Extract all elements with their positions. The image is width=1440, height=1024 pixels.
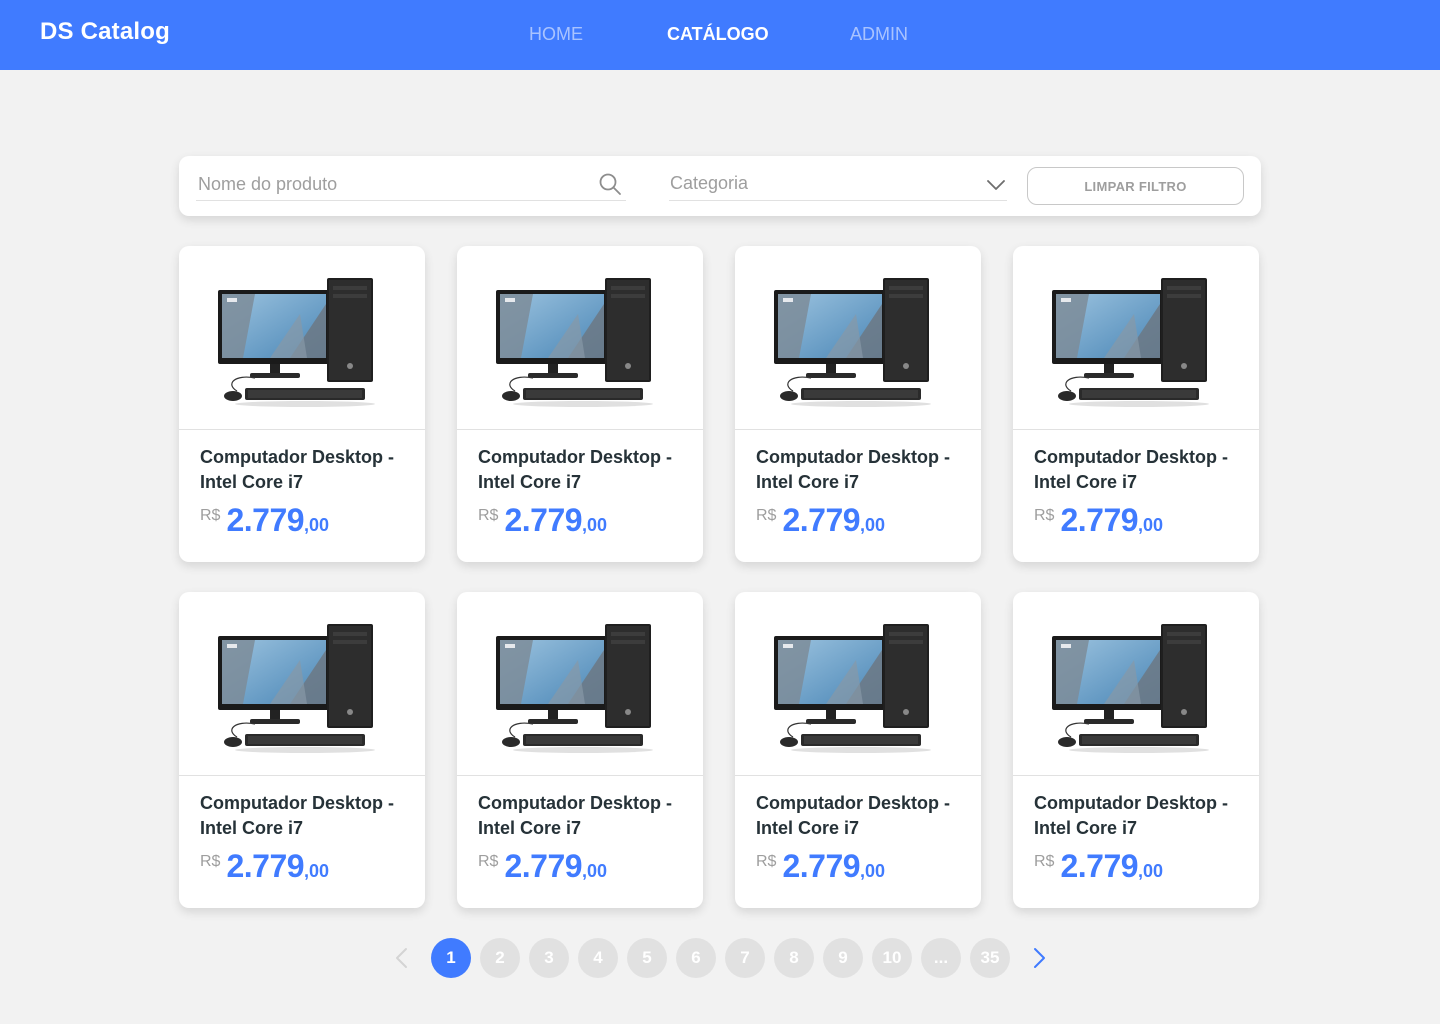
search-field	[196, 170, 626, 201]
product-image	[179, 246, 425, 430]
product-price: R$ 2.779 ,00	[200, 503, 405, 537]
product-card[interactable]: Computador Desktop - Intel Core i7 R$ 2.…	[457, 592, 703, 908]
price-decimals: ,00	[304, 515, 330, 535]
price-decimals: ,00	[860, 515, 886, 535]
filter-bar: Categoria LIMPAR FILTRO	[179, 156, 1261, 216]
product-price: R$ 2.779 ,00	[200, 849, 405, 883]
search-icon[interactable]	[598, 172, 622, 196]
price-integer: 2.779	[1060, 848, 1139, 884]
page-button[interactable]: 10	[872, 938, 912, 978]
product-name: Computador Desktop - Intel Core i7	[756, 447, 951, 492]
page-button[interactable]: 8	[774, 938, 814, 978]
price-integer: 2.779	[504, 502, 583, 538]
price-integer: 2.779	[226, 848, 305, 884]
product-name: Computador Desktop - Intel Core i7	[478, 447, 673, 492]
product-name: Computador Desktop - Intel Core i7	[1034, 793, 1229, 838]
product-price: R$ 2.779 ,00	[756, 503, 961, 537]
price-integer: 2.779	[226, 502, 305, 538]
product-name: Computador Desktop - Intel Core i7	[478, 793, 673, 838]
price-currency: R$	[756, 507, 777, 524]
product-name: Computador Desktop - Intel Core i7	[200, 447, 395, 492]
page-button[interactable]: 6	[676, 938, 716, 978]
product-image	[1013, 592, 1259, 776]
product-image	[735, 592, 981, 776]
page-button[interactable]: 4	[578, 938, 618, 978]
price-currency: R$	[478, 853, 499, 870]
chevron-down-icon	[987, 180, 1005, 190]
price-currency: R$	[200, 853, 221, 870]
price-currency: R$	[478, 507, 499, 524]
price-decimals: ,00	[1138, 861, 1164, 881]
product-price: R$ 2.779 ,00	[478, 849, 683, 883]
price-decimals: ,00	[1138, 515, 1164, 535]
page-button[interactable]: 3	[529, 938, 569, 978]
price-currency: R$	[756, 853, 777, 870]
price-currency: R$	[200, 507, 221, 524]
product-price: R$ 2.779 ,00	[756, 849, 961, 883]
product-price: R$ 2.779 ,00	[478, 503, 683, 537]
product-grid: Computador Desktop - Intel Core i7 R$ 2.…	[179, 246, 1261, 908]
price-decimals: ,00	[304, 861, 330, 881]
category-select[interactable]: Categoria	[669, 170, 1007, 201]
price-integer: 2.779	[504, 848, 583, 884]
chevron-left-icon[interactable]	[391, 947, 413, 969]
product-name: Computador Desktop - Intel Core i7	[1034, 447, 1229, 492]
navbar: DS Catalog HOME CATÁLOGO ADMIN	[0, 0, 1440, 70]
nav-link-catalog[interactable]: CATÁLOGO	[667, 24, 769, 45]
product-card[interactable]: Computador Desktop - Intel Core i7 R$ 2.…	[179, 246, 425, 562]
product-image	[735, 246, 981, 430]
product-card[interactable]: Computador Desktop - Intel Core i7 R$ 2.…	[735, 592, 981, 908]
brand-logo[interactable]: DS Catalog	[40, 18, 170, 46]
pagination: 1 2 3 4 5 6 7 8 9 10... 35	[385, 938, 1065, 978]
search-input[interactable]	[198, 170, 578, 198]
clear-filter-button[interactable]: LIMPAR FILTRO	[1027, 167, 1244, 205]
product-price: R$ 2.779 ,00	[1034, 503, 1239, 537]
product-card[interactable]: Computador Desktop - Intel Core i7 R$ 2.…	[735, 246, 981, 562]
page-button[interactable]: 35	[970, 938, 1010, 978]
price-integer: 2.779	[782, 502, 861, 538]
price-decimals: ,00	[582, 861, 608, 881]
price-integer: 2.779	[782, 848, 861, 884]
product-card[interactable]: Computador Desktop - Intel Core i7 R$ 2.…	[1013, 246, 1259, 562]
product-image	[179, 592, 425, 776]
price-integer: 2.779	[1060, 502, 1139, 538]
price-currency: R$	[1034, 853, 1055, 870]
chevron-right-icon[interactable]	[1028, 947, 1050, 969]
nav-link-admin[interactable]: ADMIN	[850, 24, 908, 45]
product-price: R$ 2.779 ,00	[1034, 849, 1239, 883]
price-decimals: ,00	[582, 515, 608, 535]
product-card[interactable]: Computador Desktop - Intel Core i7 R$ 2.…	[179, 592, 425, 908]
category-placeholder: Categoria	[670, 173, 749, 193]
page-button[interactable]: 9	[823, 938, 863, 978]
product-card[interactable]: Computador Desktop - Intel Core i7 R$ 2.…	[457, 246, 703, 562]
product-image	[1013, 246, 1259, 430]
nav-link-home[interactable]: HOME	[529, 24, 583, 45]
page-ellipsis[interactable]: ...	[921, 938, 961, 978]
page-button[interactable]: 7	[725, 938, 765, 978]
product-image	[457, 592, 703, 776]
page-button[interactable]: 5	[627, 938, 667, 978]
page-button[interactable]: 2	[480, 938, 520, 978]
product-image	[457, 246, 703, 430]
price-decimals: ,00	[860, 861, 886, 881]
product-name: Computador Desktop - Intel Core i7	[756, 793, 951, 838]
product-name: Computador Desktop - Intel Core i7	[200, 793, 395, 838]
page-button[interactable]: 1	[431, 938, 471, 978]
product-card[interactable]: Computador Desktop - Intel Core i7 R$ 2.…	[1013, 592, 1259, 908]
price-currency: R$	[1034, 507, 1055, 524]
